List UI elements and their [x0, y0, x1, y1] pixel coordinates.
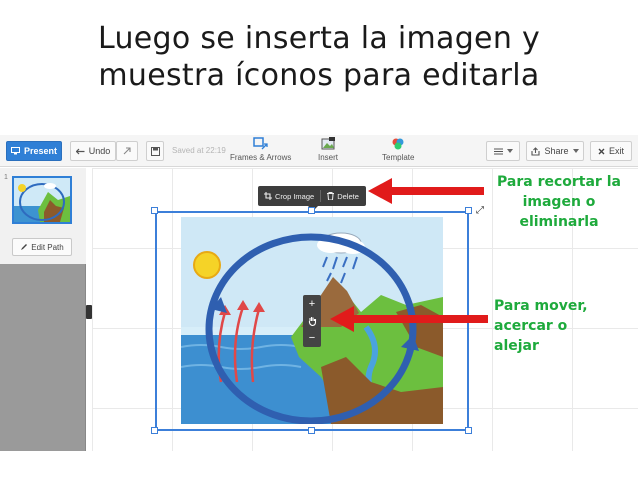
- share-button[interactable]: Share: [526, 141, 584, 161]
- annotation-crop-delete: Para recortar la imagen o eliminarla: [486, 172, 632, 232]
- resize-handle-top-right[interactable]: [465, 207, 472, 214]
- exit-label: Exit: [608, 146, 624, 156]
- template-circles-icon: [392, 138, 404, 150]
- chevron-down-icon: [506, 149, 513, 153]
- water-cycle-thumbnail-image: [14, 178, 70, 222]
- undo-icon: [75, 148, 85, 154]
- zoom-out-button[interactable]: −: [303, 329, 321, 346]
- red-arrow-to-zoom-controls: [330, 306, 488, 332]
- hamburger-icon: [493, 147, 503, 155]
- slide-thumbnail[interactable]: [12, 176, 72, 224]
- slide-title-line-1: Luego se inserta la imagen y: [97, 21, 541, 56]
- present-button[interactable]: Present: [6, 141, 62, 161]
- share-label: Share: [544, 146, 569, 156]
- share-icon: [531, 146, 541, 156]
- move-button[interactable]: [303, 312, 321, 329]
- crop-icon: [264, 192, 272, 200]
- slide-title: Luego se inserta la imagen y muestra íco…: [0, 20, 638, 94]
- thumbnail-number: 1: [4, 174, 8, 181]
- insert-image-icon: [321, 137, 335, 150]
- zoom-move-controls: + −: [303, 295, 321, 347]
- frames-arrows-icon: [252, 137, 268, 150]
- save-button[interactable]: [146, 141, 164, 161]
- insert-label: Insert: [318, 153, 339, 162]
- frames-arrows-label: Frames & Arrows: [230, 153, 292, 162]
- monitor-icon: [10, 147, 20, 155]
- annotation-line: eliminarla: [519, 214, 599, 230]
- rotate-icon[interactable]: ⤢: [476, 205, 484, 216]
- resize-handle-bottom-left[interactable]: [151, 427, 158, 434]
- chevron-down-icon: [572, 149, 579, 153]
- frames-arrows-tool[interactable]: Frames & Arrows: [230, 137, 291, 162]
- delete-label: Delete: [337, 191, 359, 201]
- exit-button[interactable]: Exit: [590, 141, 632, 161]
- resize-handle-top-left[interactable]: [151, 207, 158, 214]
- hand-icon: [308, 316, 316, 326]
- red-arrow-to-popup: [368, 178, 484, 204]
- resize-handle-bottom-center[interactable]: [308, 427, 315, 434]
- crop-image-button[interactable]: Crop Image: [258, 186, 320, 206]
- edit-path-label: Edit Path: [31, 242, 64, 252]
- image-edit-popup: Crop Image Delete: [258, 186, 366, 211]
- toolbar: Present Undo Saved at 22:19 Frames & Arr…: [0, 135, 638, 167]
- template-tool[interactable]: Template: [382, 137, 414, 162]
- delete-button[interactable]: Delete: [321, 186, 365, 206]
- pencil-icon: [21, 244, 28, 250]
- zoom-in-button[interactable]: +: [303, 295, 321, 312]
- annotation-move-zoom: Para mover, acercar o alejar: [494, 296, 634, 356]
- close-icon: [598, 148, 605, 154]
- zoom-in-label: +: [308, 297, 316, 310]
- present-label: Present: [23, 146, 58, 156]
- annotation-line: Para mover,: [494, 298, 588, 314]
- annotation-line: acercar o: [494, 318, 568, 334]
- zoom-out-label: −: [308, 331, 316, 344]
- undo-label: Undo: [88, 146, 111, 156]
- slide-title-line-2: muestra íconos para editarla: [98, 58, 540, 93]
- resize-handle-bottom-right[interactable]: [465, 427, 472, 434]
- saved-status: Saved at 22:19: [172, 146, 226, 155]
- resize-handle-top-center[interactable]: [308, 207, 315, 214]
- insert-tool[interactable]: Insert: [318, 137, 338, 162]
- annotation-line: Para recortar la: [497, 174, 621, 190]
- trash-icon: [327, 192, 335, 200]
- template-label: Template: [382, 153, 415, 162]
- annotation-line: alejar: [494, 338, 539, 354]
- layout-menu-button[interactable]: [486, 141, 520, 161]
- sidebar: 1 Edit Path: [0, 168, 86, 451]
- redo-icon: [123, 147, 131, 155]
- undo-button[interactable]: Undo: [70, 141, 116, 161]
- edit-path-button[interactable]: Edit Path: [12, 238, 72, 256]
- annotation-line: imagen o: [522, 194, 596, 210]
- crop-image-label: Crop Image: [275, 191, 315, 201]
- redo-button[interactable]: [116, 141, 138, 161]
- slide-thumbnail-area: 1 Edit Path: [0, 168, 86, 264]
- floppy-disk-icon: [150, 146, 160, 156]
